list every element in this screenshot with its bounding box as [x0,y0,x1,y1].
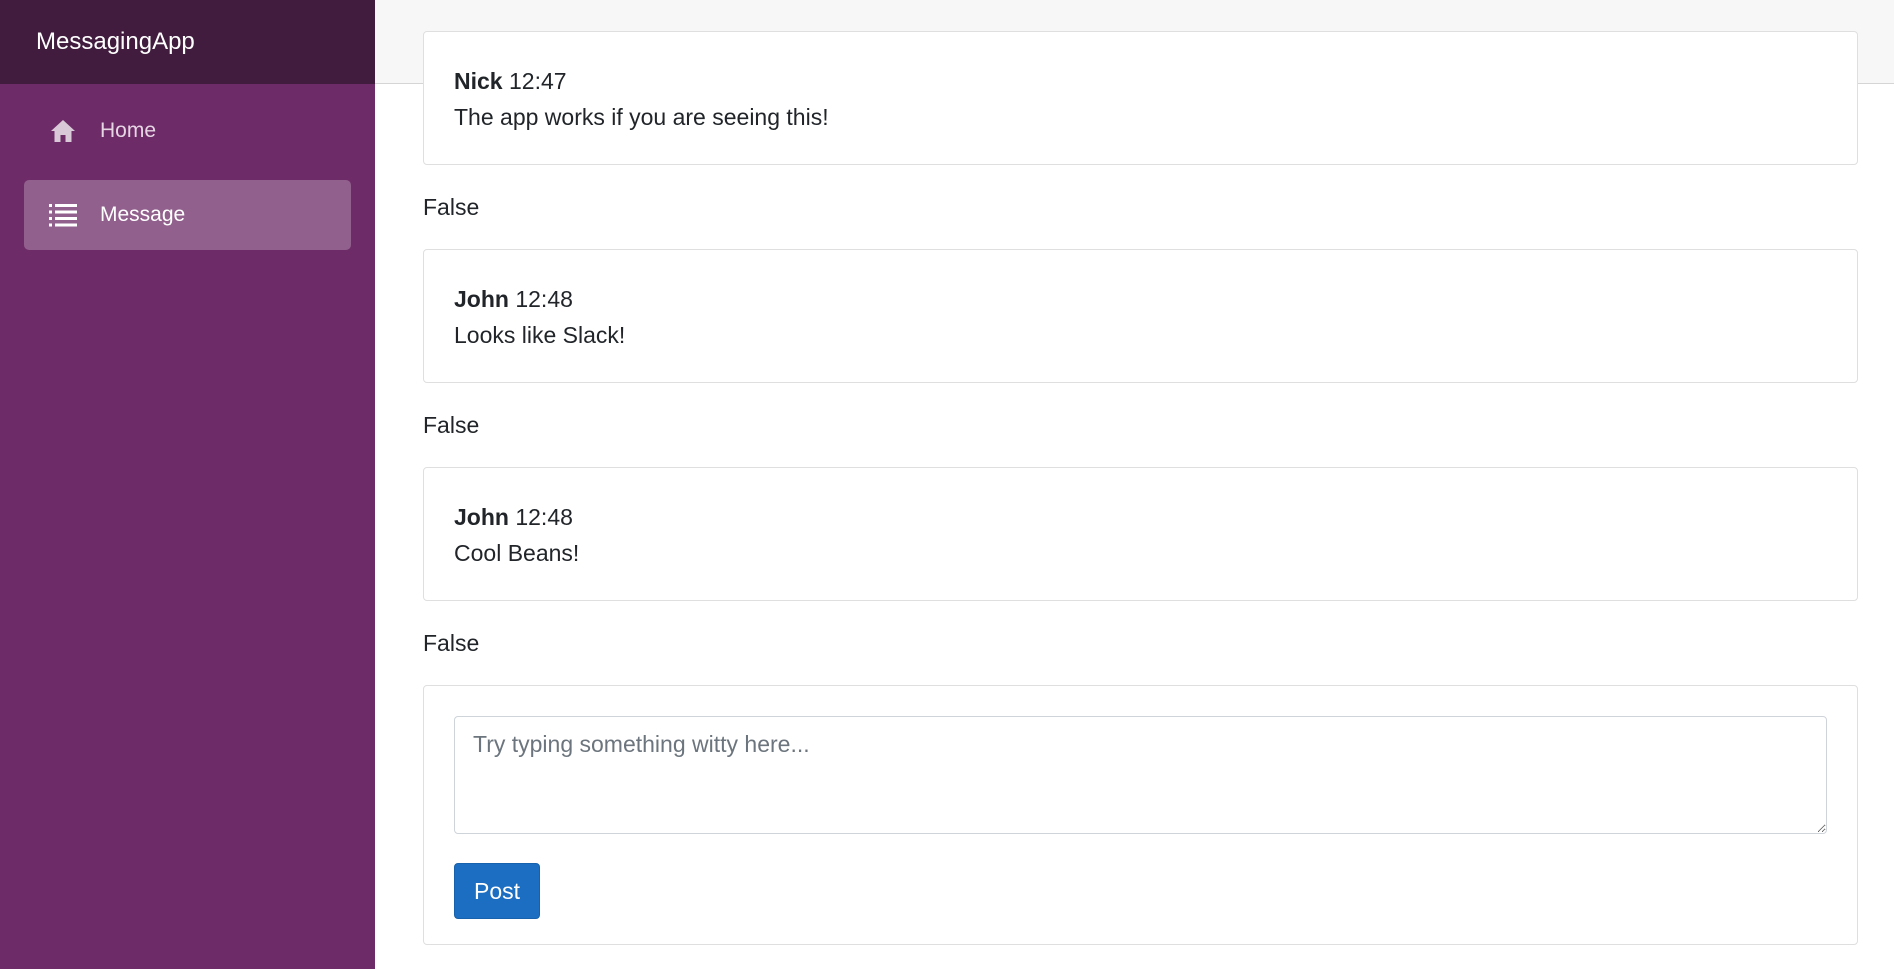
message-flag: False [423,629,480,656]
message-author: John [454,286,509,312]
message-card: Nick 12:47 The app works if you are seei… [423,31,1858,165]
message-author: Nick [454,68,503,94]
message-flag: False [423,411,480,438]
sidebar-item-message[interactable]: Message [24,180,351,250]
list-icon [48,200,78,230]
message-text: Cool Beans! [454,540,580,566]
message-header: Nick 12:47 [454,67,1827,95]
sidebar-item-home[interactable]: Home [24,96,351,166]
message-text: The app works if you are seeing this! [454,104,829,130]
sidebar-item-label: Home [100,119,157,142]
message-flag: False [423,193,480,220]
message-time: 12:48 [515,504,573,530]
message-card: John 12:48 Cool Beans! [423,467,1858,601]
sidebar-nav: Home Message [0,84,375,250]
sidebar-item-label: Message [100,203,186,226]
message-header: John 12:48 [454,503,1827,531]
brand-link[interactable]: MessagingApp [36,28,195,56]
message-time: 12:47 [508,68,567,94]
message-card: John 12:48 Looks like Slack! [423,249,1858,383]
brand-bar: MessagingApp [0,0,375,84]
compose-card: Post [423,685,1858,945]
home-icon [48,116,78,146]
post-button[interactable]: Post [454,863,540,919]
app-root: MessagingApp Home Message Nick 12:47 The… [0,0,1894,969]
message-text: Looks like Slack! [454,322,626,348]
sidebar: MessagingApp Home Message [0,0,375,969]
message-author: John [454,504,509,530]
message-list: Nick 12:47 The app works if you are seei… [423,31,1858,945]
message-input[interactable] [454,716,1827,834]
message-header: John 12:48 [454,285,1827,313]
message-time: 12:48 [515,286,573,312]
